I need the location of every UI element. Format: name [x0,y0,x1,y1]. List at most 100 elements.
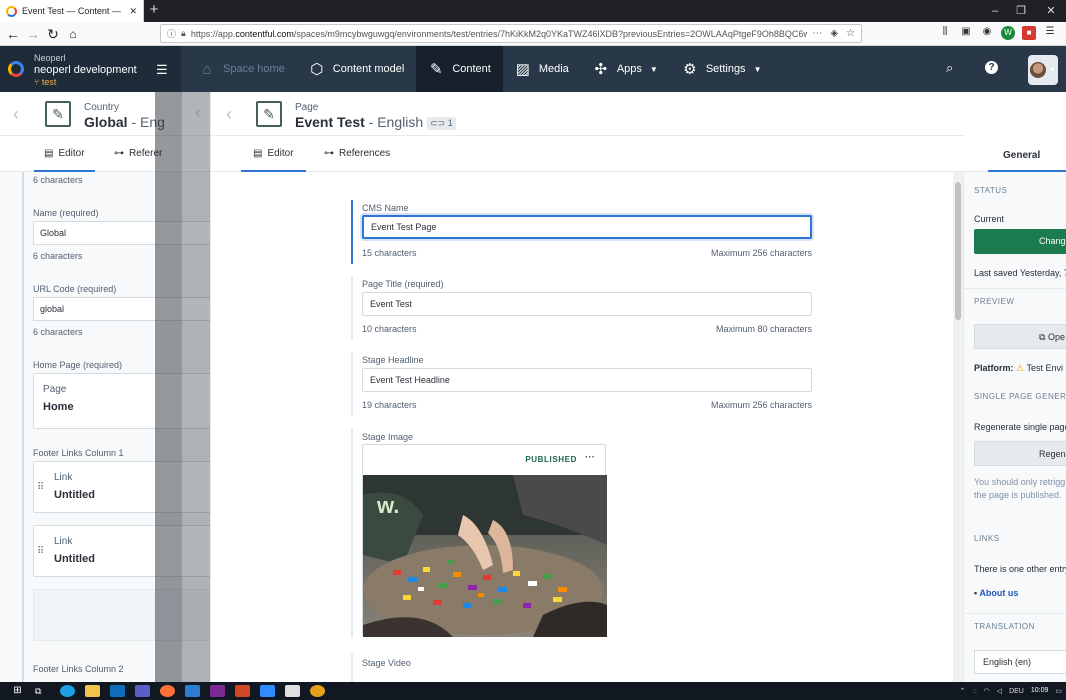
forward-arrow-icon[interactable]: → [23,24,43,44]
drag-handle-icon[interactable]: ⠿ [37,546,44,557]
stack-overlay[interactable]: ‹ [182,92,210,682]
help-icon[interactable]: ? [985,61,998,74]
user-avatar[interactable]: ▼ [1028,55,1058,85]
reference-count-badge: ⊂⊃ 1 [427,116,456,130]
char-count: 10 characters [362,324,417,334]
regenerate-text: Regenerate single page [974,422,1066,432]
file-explorer-icon[interactable] [85,685,100,697]
library-icon[interactable]: ⫼ [938,26,952,40]
stage-headline-input[interactable]: Event Test Headline [362,368,812,392]
nav-content[interactable]: ✎ Content [416,46,503,92]
address-bar[interactable]: ⓘ 🔒︎ https://app.contentful.com/spaces/m… [160,24,862,43]
extension-w-icon[interactable]: W [1001,26,1015,40]
divider [964,613,1066,614]
sidebar-toggle-icon[interactable]: ▣ [959,26,973,40]
chrome-icon[interactable] [310,685,325,697]
tab-references[interactable]: ⊶ References [324,148,390,159]
stage-image-asset-card[interactable]: PUBLISHED ··· w. [362,444,607,637]
close-tab-icon[interactable]: ✕ [129,6,137,17]
translation-locale[interactable]: English (en) [974,650,1066,674]
nav-content-model[interactable]: ⬡ Content model [297,46,417,92]
tab-general[interactable]: General [1003,150,1040,161]
close-window-icon[interactable]: ✕ [1041,0,1061,22]
hamburger-menu-icon[interactable]: ☰ [156,62,168,78]
task-view-icon[interactable]: ⧉ [35,685,50,697]
back-chevron-icon[interactable]: ‹ [189,102,207,123]
teams-icon[interactable] [135,685,150,697]
chevron-down-icon: ▼ [753,64,762,74]
tray-chevron-icon[interactable]: ⌃ [960,687,966,695]
change-status-button[interactable]: Chang [974,229,1066,254]
reference-type: Page [43,384,67,395]
last-saved-text: Last saved Yesterday, 7: [974,268,1066,278]
reload-icon[interactable]: ↻ [43,24,63,44]
menu-icon[interactable]: ☰ [1043,26,1057,40]
volume-icon[interactable]: ◁ [997,687,1002,695]
system-tray: ⌃ ◌ ◠ ◁ DEU 10:09 ▭ [960,682,1062,700]
language-indicator[interactable]: DEU [1009,688,1024,695]
char-max: Maximum 256 characters [710,248,812,258]
stack-overlay[interactable]: ‹ [155,92,182,682]
clock[interactable]: 10:09 [1031,687,1049,695]
tab-editor[interactable]: ▤ Editor [34,148,95,172]
zoom-icon[interactable] [260,685,275,697]
pocket-icon[interactable]: ◈ [830,28,838,39]
regenerate-button[interactable]: Regener [974,441,1066,466]
notification-icon[interactable]: ▭ [1055,687,1062,695]
nav-apps[interactable]: ✣ Apps ▼ [581,46,670,92]
onenote-icon[interactable] [210,685,225,697]
chevron-down-icon: ▼ [1049,66,1056,74]
back-chevron-icon[interactable]: ‹ [2,92,30,136]
outlook-icon[interactable] [110,685,125,697]
app-icon[interactable] [185,685,200,697]
field-label: Footer Links Column 2 [33,664,124,674]
char-count: 15 characters [362,248,417,258]
back-chevron-icon[interactable]: ‹ [160,102,178,123]
tab-editor[interactable]: ▤ Editor [241,148,306,172]
parent-entry-type: Country [84,102,120,113]
restore-icon[interactable]: ❐ [1011,0,1031,22]
space-switcher[interactable]: Neoperl neoperl development ⑂ test ☰ [0,46,181,92]
wifi-icon[interactable]: ◠ [984,687,990,695]
app-icon[interactable] [285,685,300,697]
minimize-icon[interactable]: – [985,0,1005,22]
firefox-icon[interactable] [160,685,175,697]
stage-image-thumbnail[interactable]: w. [363,475,607,637]
open-preview-button[interactable]: ⧉ Ope [974,324,1066,349]
home-icon[interactable]: ⌂ [63,24,83,44]
nav-settings[interactable]: ⚙ Settings ▼ [670,46,774,92]
nav-space-home[interactable]: ⌂ Space home [187,46,297,92]
note-text: You should only retrigg [974,477,1066,487]
org-name: Neoperl [34,53,66,63]
main-nav: ⌂ Space home ⬡ Content model ✎ Content ▨ Med… [187,46,773,92]
cms-name-input[interactable]: Event Test Page [362,215,812,239]
entry-type-icon: ✎ [45,101,71,127]
account-icon[interactable]: ◉ [980,26,994,40]
edge-icon[interactable] [60,685,75,697]
new-tab-icon[interactable]: + [147,0,161,22]
back-chevron-icon[interactable]: ‹ [215,92,243,136]
windows-start-icon[interactable]: ⊞ [10,685,25,697]
search-icon[interactable]: ⌕ [946,60,953,76]
browser-tab[interactable]: Event Test — Content — neope ✕ [0,0,144,22]
bookmark-star-icon[interactable]: ☆ [846,28,855,39]
info-icon[interactable]: ⓘ [167,27,176,40]
gear-icon: ⚙ [683,61,697,78]
nav-media[interactable]: ▨ Media [503,46,581,92]
page-actions-icon[interactable]: ⋯ [812,28,822,39]
entry-title: Event Test - English ⊂⊃ 1 [295,114,456,130]
field-label: Name (required) [33,208,99,218]
field-label: CMS Name [362,203,409,213]
extension-red-icon[interactable]: ■ [1022,26,1036,40]
editor-scrollbar-thumb[interactable] [955,182,961,320]
more-options-icon[interactable]: ··· [585,452,595,463]
page-title-input[interactable]: Event Test [362,292,812,316]
warning-icon: ⚠ [1016,363,1025,373]
link-about-us[interactable]: • About us [974,588,1018,598]
field-label: Page Title (required) [362,279,444,289]
edit-icon: ✎ [430,61,443,78]
network-icon[interactable]: ◌ [972,688,976,695]
powerpoint-icon[interactable] [235,685,250,697]
back-arrow-icon[interactable]: ← [3,24,23,44]
drag-handle-icon[interactable]: ⠿ [37,482,44,493]
